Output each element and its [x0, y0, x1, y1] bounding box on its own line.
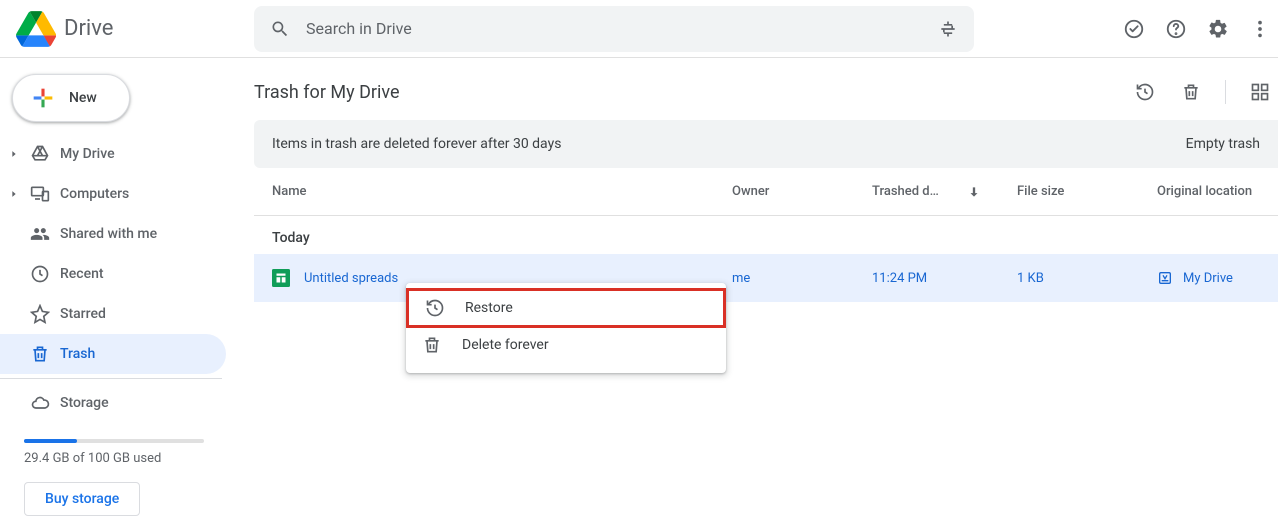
delete-icon [422, 335, 442, 355]
offline-ready-icon[interactable] [1122, 17, 1146, 41]
computers-icon [28, 184, 52, 204]
logo-area[interactable]: Drive [16, 9, 254, 49]
sheets-file-icon [272, 269, 290, 287]
drive-logo-icon [16, 9, 56, 49]
sidebar-item-label: Computers [60, 186, 129, 202]
header-actions [1122, 17, 1268, 41]
sidebar-item-label: Recent [60, 266, 104, 282]
search-options-icon[interactable] [936, 17, 960, 41]
restore-from-trash-icon[interactable] [1133, 80, 1157, 104]
search-icon[interactable] [268, 17, 292, 41]
sort-arrow-down-icon [967, 185, 981, 199]
storage-fill [24, 439, 77, 443]
sidebar-item-label: Trash [60, 346, 95, 362]
page-title: Trash for My Drive [254, 82, 400, 103]
sidebar-item-starred[interactable]: Starred [0, 294, 226, 334]
settings-gear-icon[interactable] [1206, 17, 1230, 41]
buy-storage-button[interactable]: Buy storage [24, 482, 140, 516]
sidebar-item-label: Storage [60, 395, 109, 411]
shared-icon [28, 224, 52, 244]
storage-bar [24, 439, 204, 443]
sidebar-item-shared[interactable]: Shared with me [0, 214, 226, 254]
sidebar-item-label: Starred [60, 306, 106, 322]
storage-used-text: 29.4 GB of 100 GB used [24, 451, 214, 466]
app-header: Drive Search in Drive [0, 0, 1278, 58]
cloud-icon [28, 393, 52, 413]
page-header: Trash for My Drive [254, 72, 1278, 112]
main-content: Trash for My Drive Items in trash are de… [238, 58, 1278, 531]
my-drive-icon [28, 144, 52, 164]
grid-view-icon[interactable] [1248, 80, 1272, 104]
starred-icon [28, 304, 52, 324]
chevron-right-icon[interactable] [8, 189, 20, 199]
column-trashed-date[interactable]: Trashed d… [872, 184, 1017, 199]
sidebar: New My Drive Computers Shared with me Re… [0, 58, 238, 531]
banner-text: Items in trash are deleted forever after… [272, 136, 561, 152]
column-name[interactable]: Name [272, 184, 732, 199]
trash-banner: Items in trash are deleted forever after… [254, 120, 1278, 168]
sidebar-item-label: My Drive [60, 146, 115, 162]
new-button[interactable]: New [12, 74, 130, 122]
location-drive-icon [1157, 270, 1173, 286]
storage-section: 29.4 GB of 100 GB used Buy storage [0, 423, 238, 516]
recent-icon [28, 264, 52, 284]
menu-item-label: Delete forever [462, 337, 549, 353]
search-bar[interactable]: Search in Drive [254, 6, 974, 52]
column-original-location[interactable]: Original location [1157, 184, 1278, 199]
more-vertical-icon[interactable] [1248, 17, 1272, 41]
menu-item-restore[interactable]: Restore [406, 288, 726, 328]
sidebar-item-computers[interactable]: Computers [0, 174, 226, 214]
group-today: Today [254, 216, 1278, 254]
plus-icon [29, 84, 57, 112]
new-button-label: New [69, 90, 97, 106]
delete-forever-icon[interactable] [1179, 80, 1203, 104]
restore-icon [425, 298, 445, 318]
app-title: Drive [64, 16, 113, 41]
sidebar-item-trash[interactable]: Trash [0, 334, 226, 374]
file-size: 1 KB [1017, 271, 1157, 286]
file-location[interactable]: My Drive [1183, 271, 1233, 286]
menu-item-label: Restore [465, 300, 513, 316]
sidebar-item-storage[interactable]: Storage [0, 383, 226, 423]
search-placeholder: Search in Drive [306, 19, 412, 38]
sidebar-item-recent[interactable]: Recent [0, 254, 226, 294]
chevron-right-icon[interactable] [8, 149, 20, 159]
file-owner: me [732, 271, 872, 286]
file-trashed-date: 11:24 PM [872, 271, 1017, 286]
context-menu: Restore Delete forever [406, 283, 726, 373]
help-icon[interactable] [1164, 17, 1188, 41]
table-header: Name Owner Trashed d… File size Original… [254, 168, 1278, 216]
column-owner[interactable]: Owner [732, 184, 872, 199]
sidebar-item-my-drive[interactable]: My Drive [0, 134, 226, 174]
menu-item-delete-forever[interactable]: Delete forever [406, 325, 726, 365]
file-name: Untitled spreads [304, 271, 398, 286]
empty-trash-link[interactable]: Empty trash [1186, 136, 1260, 152]
trash-icon [28, 344, 52, 364]
column-file-size[interactable]: File size [1017, 184, 1157, 199]
sidebar-item-label: Shared with me [60, 226, 157, 242]
